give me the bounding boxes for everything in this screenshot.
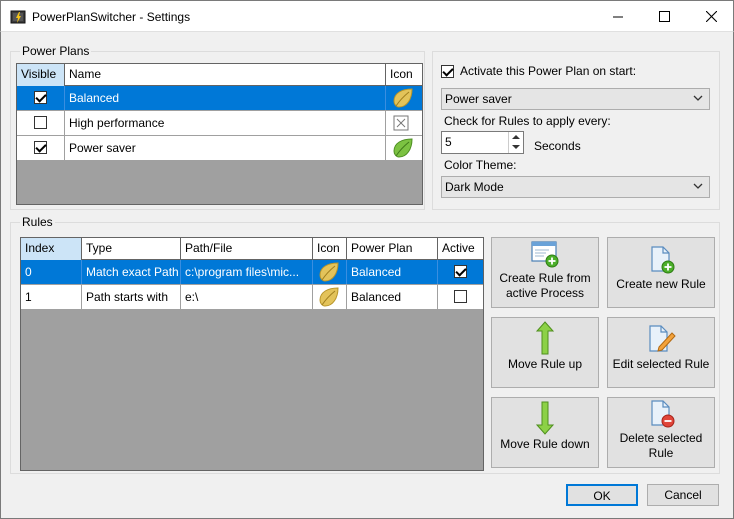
cancel-button[interactable]: Cancel bbox=[647, 484, 719, 506]
edit-selected-rule-button[interactable]: Edit selected Rule bbox=[607, 317, 715, 388]
close-button[interactable] bbox=[688, 1, 734, 32]
spin-up-icon[interactable] bbox=[512, 134, 520, 140]
rule-power-plan: Balanced bbox=[347, 260, 438, 284]
rule-row[interactable]: 0 Match exact Path c:\program files\mic.… bbox=[21, 260, 483, 285]
power-plans-grid[interactable]: Visible Name Icon Balanced High performa… bbox=[16, 63, 423, 205]
icon-cell bbox=[386, 136, 422, 160]
create-rule-from-process-button[interactable]: Create Rule from active Process bbox=[491, 237, 599, 308]
activate-on-start-checkbox[interactable] bbox=[441, 65, 454, 78]
rule-active-cell bbox=[438, 260, 483, 284]
leaf-gold-icon bbox=[319, 287, 339, 307]
rule-icon-cell bbox=[313, 285, 347, 309]
rules-grid[interactable]: Index Type Path/File Icon Power Plan Act… bbox=[20, 237, 484, 471]
plan-name: Power saver bbox=[65, 136, 386, 160]
theme-label: Color Theme: bbox=[444, 158, 517, 172]
column-header-visible[interactable]: Visible bbox=[17, 64, 65, 86]
document-add-icon bbox=[651, 246, 675, 274]
rule-power-plan: Balanced bbox=[347, 285, 438, 309]
move-rule-up-button[interactable]: Move Rule up bbox=[491, 317, 599, 388]
column-header-path[interactable]: Path/File bbox=[181, 238, 313, 260]
spinner-buttons bbox=[508, 132, 523, 153]
box-x-icon bbox=[393, 115, 409, 131]
plan-row[interactable]: Power saver bbox=[17, 136, 422, 161]
leaf-green-icon bbox=[393, 138, 413, 158]
rule-active-checkbox[interactable] bbox=[454, 290, 467, 303]
chevron-down-icon bbox=[693, 95, 703, 101]
column-header-active[interactable]: Active bbox=[438, 238, 483, 260]
plan-row[interactable]: High performance bbox=[17, 111, 422, 136]
rule-active-checkbox[interactable] bbox=[454, 265, 467, 278]
rule-index: 0 bbox=[21, 260, 82, 284]
delete-selected-rule-label: Delete selected Rule bbox=[619, 431, 703, 460]
document-edit-icon bbox=[649, 325, 676, 352]
leaf-gold-icon bbox=[319, 262, 339, 282]
interval-label: Check for Rules to apply every: bbox=[444, 114, 611, 128]
edit-selected-rule-label: Edit selected Rule bbox=[612, 357, 710, 371]
visible-cell bbox=[17, 136, 65, 160]
rule-type: Path starts with bbox=[82, 285, 181, 309]
cancel-button-label: Cancel bbox=[664, 488, 702, 502]
rule-type: Match exact Path bbox=[82, 260, 181, 284]
interval-unit: Seconds bbox=[534, 139, 581, 153]
create-rule-from-process-label: Create Rule from active Process bbox=[499, 271, 591, 300]
rule-path: e:\ bbox=[181, 285, 313, 309]
icon-cell bbox=[386, 111, 422, 135]
ok-button[interactable]: OK bbox=[566, 484, 638, 506]
window-add-icon bbox=[531, 241, 559, 268]
column-header-power-plan[interactable]: Power Plan bbox=[347, 238, 438, 260]
chevron-down-icon bbox=[693, 183, 703, 189]
move-rule-down-label: Move Rule down bbox=[500, 437, 590, 451]
activate-plan-select[interactable]: Power saver bbox=[441, 88, 710, 110]
visible-checkbox[interactable] bbox=[34, 141, 47, 154]
activate-plan-value: Power saver bbox=[445, 92, 512, 106]
rule-active-cell bbox=[438, 285, 483, 309]
rules-grid-header: Index Type Path/File Icon Power Plan Act… bbox=[21, 238, 483, 260]
rule-icon-cell bbox=[313, 260, 347, 284]
move-rule-up-label: Move Rule up bbox=[507, 357, 583, 371]
arrow-down-icon bbox=[535, 401, 555, 435]
theme-value: Dark Mode bbox=[445, 180, 504, 194]
activate-on-start-label[interactable]: Activate this Power Plan on start: bbox=[460, 64, 636, 78]
icon-cell bbox=[386, 86, 422, 110]
visible-checkbox[interactable] bbox=[34, 116, 47, 129]
close-icon bbox=[705, 11, 717, 22]
leaf-gold-icon bbox=[393, 88, 413, 108]
minimize-icon bbox=[613, 16, 623, 17]
rule-index: 1 bbox=[21, 285, 82, 309]
interval-spinner[interactable]: 5 bbox=[441, 131, 524, 154]
spin-down-icon[interactable] bbox=[512, 144, 520, 150]
create-new-rule-button[interactable]: Create new Rule bbox=[607, 237, 715, 308]
rules-group-title: Rules bbox=[20, 215, 55, 229]
delete-selected-rule-button[interactable]: Delete selected Rule bbox=[607, 397, 715, 468]
column-header-icon[interactable]: Icon bbox=[313, 238, 347, 260]
app-icon bbox=[10, 10, 26, 24]
create-new-rule-label: Create new Rule bbox=[616, 277, 706, 291]
visible-checkbox[interactable] bbox=[34, 91, 47, 104]
minimize-button[interactable] bbox=[595, 1, 641, 32]
column-header-icon[interactable]: Icon bbox=[386, 64, 422, 86]
maximize-button[interactable] bbox=[641, 1, 687, 32]
column-header-type[interactable]: Type bbox=[82, 238, 181, 260]
plan-name: High performance bbox=[65, 111, 386, 135]
arrow-up-icon bbox=[535, 321, 555, 355]
column-header-name[interactable]: Name bbox=[65, 64, 386, 86]
rule-path: c:\program files\mic... bbox=[181, 260, 313, 284]
power-plans-grid-header: Visible Name Icon bbox=[17, 64, 422, 86]
theme-select[interactable]: Dark Mode bbox=[441, 176, 710, 198]
column-header-index[interactable]: Index bbox=[21, 238, 82, 260]
visible-cell bbox=[17, 111, 65, 135]
title-bar[interactable]: PowerPlanSwitcher - Settings bbox=[0, 0, 734, 32]
window-title: PowerPlanSwitcher - Settings bbox=[32, 10, 191, 24]
interval-value[interactable]: 5 bbox=[445, 135, 452, 149]
power-plans-group-title: Power Plans bbox=[20, 44, 92, 58]
document-delete-icon bbox=[651, 400, 675, 428]
plan-row[interactable]: Balanced bbox=[17, 86, 422, 111]
plan-name: Balanced bbox=[65, 86, 386, 110]
ok-button-label: OK bbox=[593, 489, 611, 503]
rule-row[interactable]: 1 Path starts with e:\ Balanced bbox=[21, 285, 483, 310]
move-rule-down-button[interactable]: Move Rule down bbox=[491, 397, 599, 468]
visible-cell bbox=[17, 86, 65, 110]
maximize-icon bbox=[658, 11, 670, 22]
